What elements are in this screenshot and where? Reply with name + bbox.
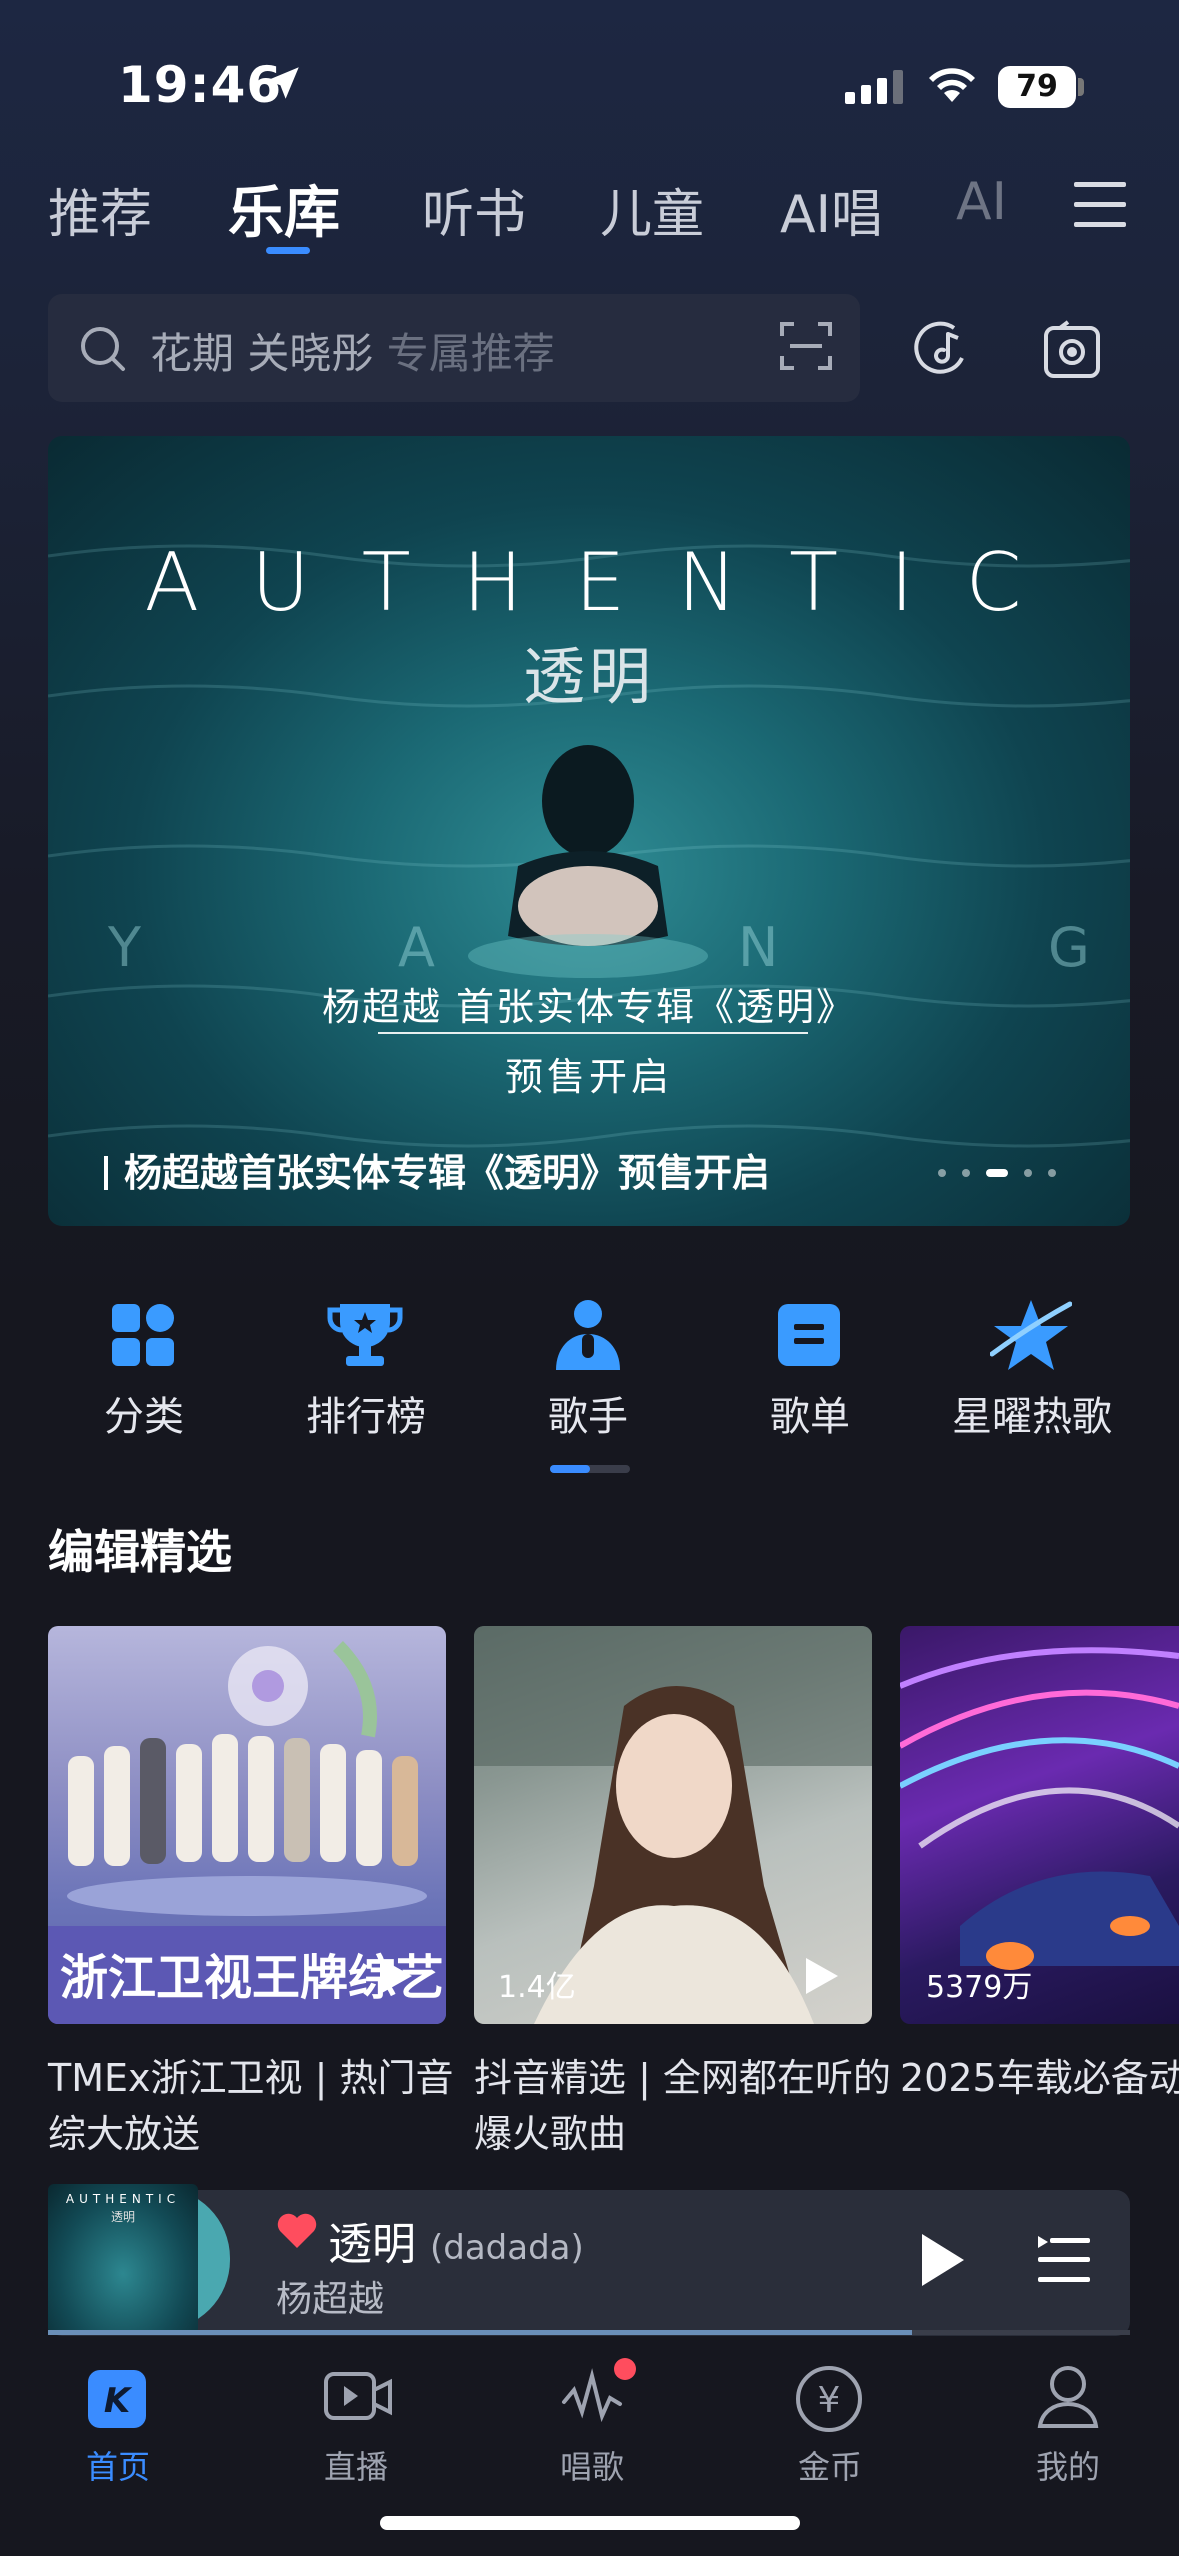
banner-title: AUTHENTIC <box>144 536 1074 629</box>
hero-banner[interactable]: AUTHENTIC 透明 Y A N G 杨超越 首张实体专辑《透明》 预售开启… <box>48 436 1130 1226</box>
live-video-icon[interactable] <box>324 2370 394 2428</box>
home-indicator[interactable] <box>380 2516 800 2530</box>
search-hint-primary: 花期 关晓彤 <box>150 329 374 378</box>
battery-indicator: 79 <box>998 66 1076 108</box>
cover-subtitle: 透明 <box>110 2210 135 2224</box>
now-playing-cover[interactable]: AUTHENTIC 透明 <box>48 2184 198 2334</box>
banner-subtitle: 透明 <box>522 640 655 713</box>
banner-promo-line2: 预售开启 <box>504 1055 673 1099</box>
song-title: 透明 <box>328 2219 416 2270</box>
menu-icon[interactable] <box>1072 180 1128 230</box>
playlist-card[interactable]: 5379万 <box>900 1626 1179 2024</box>
page-dot <box>1048 1169 1056 1177</box>
nav-label-coins[interactable]: 金币 <box>760 2442 900 2488</box>
active-tab-indicator <box>266 247 310 254</box>
banner-promo-line1: 杨超越 首张实体专辑《透明》 <box>321 985 857 1029</box>
search-placeholder: 花期 关晓彤 专属推荐 <box>150 320 555 381</box>
banner-pagination <box>938 1162 1072 1181</box>
scan-icon[interactable] <box>778 318 834 374</box>
play-icon[interactable] <box>378 1956 414 1996</box>
quick-nav-label[interactable]: 歌单 <box>700 1384 920 1442</box>
page-dot <box>1024 1169 1032 1177</box>
playlist-icon[interactable] <box>776 1302 842 1368</box>
tab-music-library[interactable]: 乐库 <box>228 168 340 249</box>
radio-icon[interactable] <box>1040 318 1104 382</box>
tab-recommend[interactable]: 推荐 <box>48 172 152 247</box>
svg-text:K: K <box>104 2381 133 2421</box>
nav-label-home[interactable]: 首页 <box>48 2442 188 2488</box>
banner-divider <box>378 1032 808 1034</box>
cover-title: AUTHENTIC <box>65 2192 181 2206</box>
quick-nav-label[interactable]: 分类 <box>34 1384 254 1442</box>
grid-icon[interactable] <box>110 1302 176 1368</box>
caption-text: 杨超越首张实体专辑《透明》预售开启 <box>124 1151 771 1195</box>
nav-label-sing[interactable]: 唱歌 <box>522 2442 662 2488</box>
nav-label-live[interactable]: 直播 <box>286 2442 426 2488</box>
quick-nav-label[interactable]: 星曜热歌 <box>922 1384 1142 1442</box>
page-dot <box>962 1169 970 1177</box>
now-playing-artist: 杨超越 <box>276 2279 385 2320</box>
playlist-card[interactable]: 1.4亿 <box>474 1626 872 2024</box>
playlist-queue-icon[interactable] <box>1036 2234 1092 2286</box>
play-icon[interactable] <box>804 1956 840 1996</box>
play-icon[interactable] <box>918 2232 966 2288</box>
page-dot-active <box>986 1169 1008 1177</box>
star-icon[interactable] <box>990 1296 1072 1374</box>
search-icon <box>81 327 125 371</box>
card-title[interactable]: TMEx浙江卫视 | 热门音综大放送 <box>48 2050 468 2162</box>
notification-badge <box>614 2358 636 2380</box>
page-dot <box>938 1169 946 1177</box>
song-suffix: (dadada) <box>430 2228 584 2268</box>
wifi-icon <box>929 68 975 102</box>
music-recognition-icon[interactable] <box>910 318 974 382</box>
heart-icon[interactable] <box>276 2212 318 2250</box>
location-arrow-icon <box>267 67 299 99</box>
status-time: 19:46 <box>118 56 283 114</box>
tab-kids[interactable]: 儿童 <box>600 172 704 247</box>
play-count: 5379万 <box>926 1970 1033 2005</box>
singer-icon[interactable] <box>550 1298 626 1372</box>
tab-ai-overflow[interactable]: AI <box>956 172 1006 232</box>
playlist-card[interactable]: 浙江卫视王牌综艺 <box>48 1626 446 2024</box>
trophy-icon[interactable] <box>326 1298 404 1370</box>
tab-ai-sing[interactable]: AI唱 <box>780 172 883 247</box>
coin-icon[interactable]: ¥ <box>794 2364 864 2434</box>
quick-nav-label[interactable]: 歌手 <box>478 1384 698 1442</box>
now-playing-title: 透明 (dadada) <box>328 2208 584 2272</box>
svg-text:¥: ¥ <box>818 2380 841 2421</box>
sing-wave-icon[interactable] <box>560 2368 624 2432</box>
quick-nav-label[interactable]: 排行榜 <box>256 1384 476 1442</box>
cellular-signal-icon <box>845 70 903 104</box>
tab-audiobooks[interactable]: 听书 <box>422 172 526 247</box>
nav-label-me[interactable]: 我的 <box>998 2442 1138 2488</box>
card-title[interactable]: 2025车载必备动 <box>900 2050 1179 2106</box>
banner-letter: G <box>1048 916 1090 979</box>
banner-caption: 杨超越首张实体专辑《透明》预售开启 <box>104 1142 770 1197</box>
home-k-icon[interactable]: K <box>86 2368 148 2430</box>
profile-icon[interactable] <box>1036 2364 1100 2430</box>
card-title[interactable]: 抖音精选 | 全网都在听的爆火歌曲 <box>474 2050 894 2162</box>
playback-progress-fill <box>48 2330 912 2335</box>
quick-nav-scroll-thumb <box>550 1465 590 1473</box>
section-title: 编辑精选 <box>48 1525 232 1579</box>
play-count: 1.4亿 <box>498 1970 576 2005</box>
battery-tip <box>1078 78 1084 96</box>
caption-bar <box>104 1156 108 1190</box>
search-hint-secondary: 专属推荐 <box>386 329 555 378</box>
